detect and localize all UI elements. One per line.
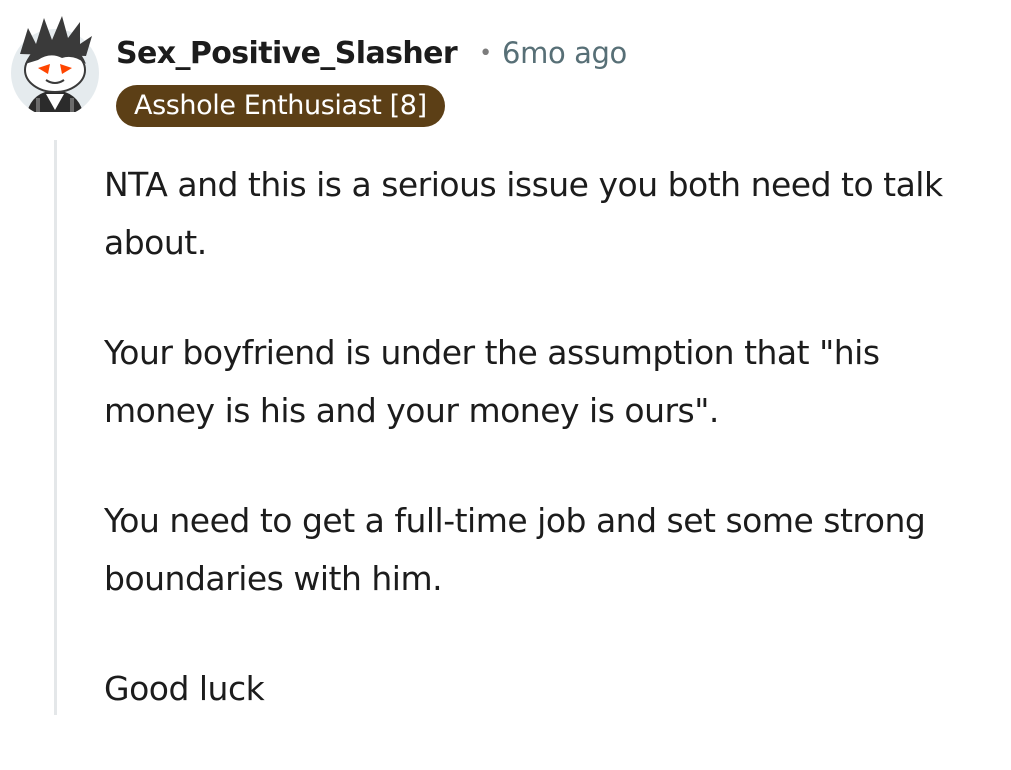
author-username[interactable]: Sex_Positive_Slasher (116, 36, 458, 71)
snoo-avatar-icon (11, 16, 99, 112)
comment-header: Sex_Positive_Slasher • 6mo ago (116, 30, 627, 76)
comment-body: NTA and this is a serious issue you both… (104, 156, 999, 770)
comment-paragraph: Good luck (104, 669, 265, 708)
avatar[interactable] (10, 14, 100, 112)
comment-paragraph: Your boyfriend is under the assumption t… (104, 333, 880, 430)
comment-paragraph: You need to get a full-time job and set … (104, 501, 926, 598)
comment: Sex_Positive_Slasher • 6mo ago Asshole E… (0, 0, 1011, 715)
comment-timestamp[interactable]: 6mo ago (502, 36, 627, 70)
user-flair: Asshole Enthusiast [8] (116, 85, 445, 127)
thread-line[interactable] (54, 140, 57, 715)
comment-paragraph: NTA and this is a serious issue you both… (104, 165, 943, 262)
meta-separator: • (479, 40, 493, 66)
